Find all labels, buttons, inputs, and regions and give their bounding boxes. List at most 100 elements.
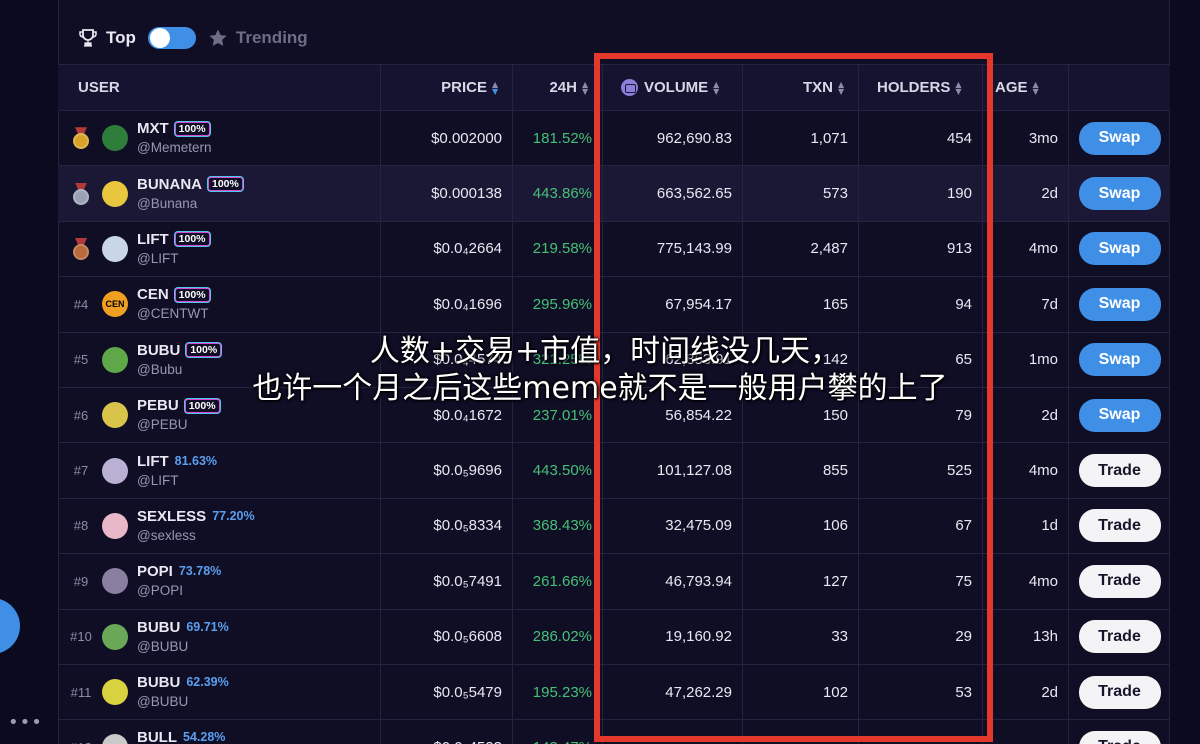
trade-button[interactable]: Trade xyxy=(1078,730,1161,744)
swap-button[interactable]: Swap xyxy=(1078,287,1161,321)
token-handle: @BUBU xyxy=(137,694,189,710)
token-name[interactable]: CEN xyxy=(137,285,169,304)
price-cell: $0.0₅4523 xyxy=(381,720,513,744)
rank-number: #12 xyxy=(70,740,92,744)
rank-number: #7 xyxy=(73,463,89,479)
price-cell: $0.0₅7491 xyxy=(381,554,513,609)
change-cell: 143.47% xyxy=(513,720,603,744)
table-row[interactable]: #12BULL54.28%@BULL$0.0₅4523143.47%Trade xyxy=(58,720,1170,744)
top-filter-label[interactable]: Top xyxy=(106,28,136,48)
action-cell: Trade xyxy=(1069,443,1170,497)
token-name[interactable]: LIFT xyxy=(137,230,169,249)
token-name[interactable]: BUBU xyxy=(137,341,180,360)
price-cell: $0.0₄2664 xyxy=(381,221,513,277)
table-row[interactable]: #4 CEN CEN 100% @CENTWT $0.0₄1696 295.96% 67,95… xyxy=(58,277,1170,333)
table-row[interactable]: #10 BUBU 69.71% @BUBU $0.0₅6608 286.02% 19,160… xyxy=(58,609,1170,665)
progress-badge: 77.20% xyxy=(212,508,255,523)
avatar xyxy=(102,679,128,706)
volume-cell: 19,160.92 xyxy=(603,609,743,664)
avatar xyxy=(102,125,128,152)
action-cell: Trade xyxy=(1069,720,1170,744)
token-name[interactable]: BUNANA xyxy=(137,175,202,194)
token-name[interactable]: MXT xyxy=(137,119,169,138)
rank-number: #8 xyxy=(73,518,89,534)
txn-cell: 102 xyxy=(743,664,859,720)
age-cell: 2d xyxy=(983,664,1069,720)
swap-button[interactable]: Swap xyxy=(1078,343,1161,377)
rank-number: #6 xyxy=(73,407,89,423)
sort-icon: ▲ ▼ xyxy=(713,79,720,96)
holders-cell: 190 xyxy=(859,166,983,221)
progress-badge: 69.71% xyxy=(186,619,229,634)
change-cell: 286.02% xyxy=(513,609,603,664)
sort-icon: ▲ ▼ xyxy=(955,79,962,96)
trade-button[interactable]: Trade xyxy=(1078,454,1161,488)
table-row[interactable]: #7 LIFT 81.63% @LIFT $0.0₅9696 443.50% 101,127… xyxy=(58,443,1170,499)
user-cell: #12BULL54.28%@BULL xyxy=(58,720,381,744)
token-name[interactable]: POPI xyxy=(137,562,173,581)
price-cell: $0.0₅9696 xyxy=(381,443,513,498)
token-handle: @CENTWT xyxy=(137,306,209,322)
table-row[interactable]: #8 SEXLESS 77.20% @sexless $0.0₅8334 368.43% 3… xyxy=(58,498,1170,555)
table-row[interactable]: LIFT 100% @LIFT $0.0₄2664 219.58% 775,143.99 2… xyxy=(58,221,1170,278)
trending-filter-label[interactable]: Trending xyxy=(236,28,308,48)
age-cell: 13h xyxy=(983,609,1069,664)
volume-cell xyxy=(603,720,743,744)
token-name[interactable]: BUBU xyxy=(137,618,180,637)
txn-cell: 106 xyxy=(743,498,859,554)
rank-number: #9 xyxy=(73,573,89,589)
token-handle: @Memetern xyxy=(137,140,212,156)
table-row[interactable]: MXT 100% @Memetern $0.002000 181.52% 962,690.… xyxy=(58,111,1170,167)
trade-button[interactable]: Trade xyxy=(1078,564,1161,598)
holders-cell: 75 xyxy=(859,554,983,609)
table-row[interactable]: #5 BUBU 100% @Bubu $0.0₄4574 321.25% 62,853.91… xyxy=(58,332,1170,388)
change-cell: 321.25% xyxy=(513,332,603,387)
header-price[interactable]: PRICE ▲ ▼ xyxy=(381,65,513,110)
header-age[interactable]: AGE ▲ ▼ xyxy=(983,65,1069,110)
header-volume[interactable]: VOLUME ▲ ▼ xyxy=(603,65,743,110)
token-name[interactable]: BULL xyxy=(137,728,177,744)
change-cell: 368.43% xyxy=(513,498,603,554)
trade-button[interactable]: Trade xyxy=(1078,620,1161,654)
holders-cell: 525 xyxy=(859,443,983,498)
holders-cell: 65 xyxy=(859,332,983,387)
price-cell: $0.0₅5479 xyxy=(381,664,513,720)
action-cell: Swap xyxy=(1069,166,1170,220)
header-24h[interactable]: 24H ▲ ▼ xyxy=(513,65,603,110)
token-name[interactable]: PEBU xyxy=(137,396,179,415)
token-name[interactable]: LIFT xyxy=(137,452,169,471)
token-name[interactable]: BUBU xyxy=(137,673,180,692)
avatar xyxy=(102,235,128,262)
header-txn[interactable]: TXN ▲ ▼ xyxy=(743,65,859,110)
change-cell: 443.50% xyxy=(513,443,603,498)
trophy-icon xyxy=(79,29,97,47)
rank xyxy=(68,237,94,260)
header-user: USER xyxy=(58,65,381,110)
table-row[interactable]: #9 POPI 73.78% @POPI $0.0₅7491 261.66% 46,793.… xyxy=(58,554,1170,610)
price-cell: $0.0₅6608 xyxy=(381,609,513,664)
trade-button[interactable]: Trade xyxy=(1078,509,1161,543)
table-row[interactable]: BUNANA 100% @Bunana $0.000138 443.86% 663,562… xyxy=(58,166,1170,222)
trade-button[interactable]: Trade xyxy=(1078,675,1161,709)
txn-cell: 1,071 xyxy=(743,111,859,166)
volume-cell: 101,127.08 xyxy=(603,443,743,498)
avatar xyxy=(102,346,128,373)
table-row[interactable]: #11 BUBU 62.39% @BUBU $0.0₅5479 195.23% 47,262… xyxy=(58,664,1170,721)
table-row[interactable]: #6 PEBU 100% @PEBU $0.0₄1672 237.01% 56,854.22… xyxy=(58,387,1170,444)
token-name[interactable]: SEXLESS xyxy=(137,507,206,526)
holders-cell: 913 xyxy=(859,221,983,277)
header-holders[interactable]: HOLDERS ▲ ▼ xyxy=(859,65,983,110)
progress-badge: 100% xyxy=(174,121,210,136)
more-icon[interactable]: ••• xyxy=(8,712,43,733)
swap-button[interactable]: Swap xyxy=(1078,232,1161,266)
top-trending-toggle[interactable] xyxy=(147,27,196,49)
swap-button[interactable]: Swap xyxy=(1078,121,1161,155)
action-cell: Trade xyxy=(1069,499,1170,553)
rank: #6 xyxy=(68,408,94,423)
price-cell: $0.002000 xyxy=(381,111,513,166)
rank: #5 xyxy=(68,352,94,367)
swap-button[interactable]: Swap xyxy=(1078,177,1161,211)
floating-action-button[interactable] xyxy=(0,598,20,654)
swap-button[interactable]: Swap xyxy=(1078,398,1161,432)
age-cell: 1d xyxy=(983,498,1069,554)
